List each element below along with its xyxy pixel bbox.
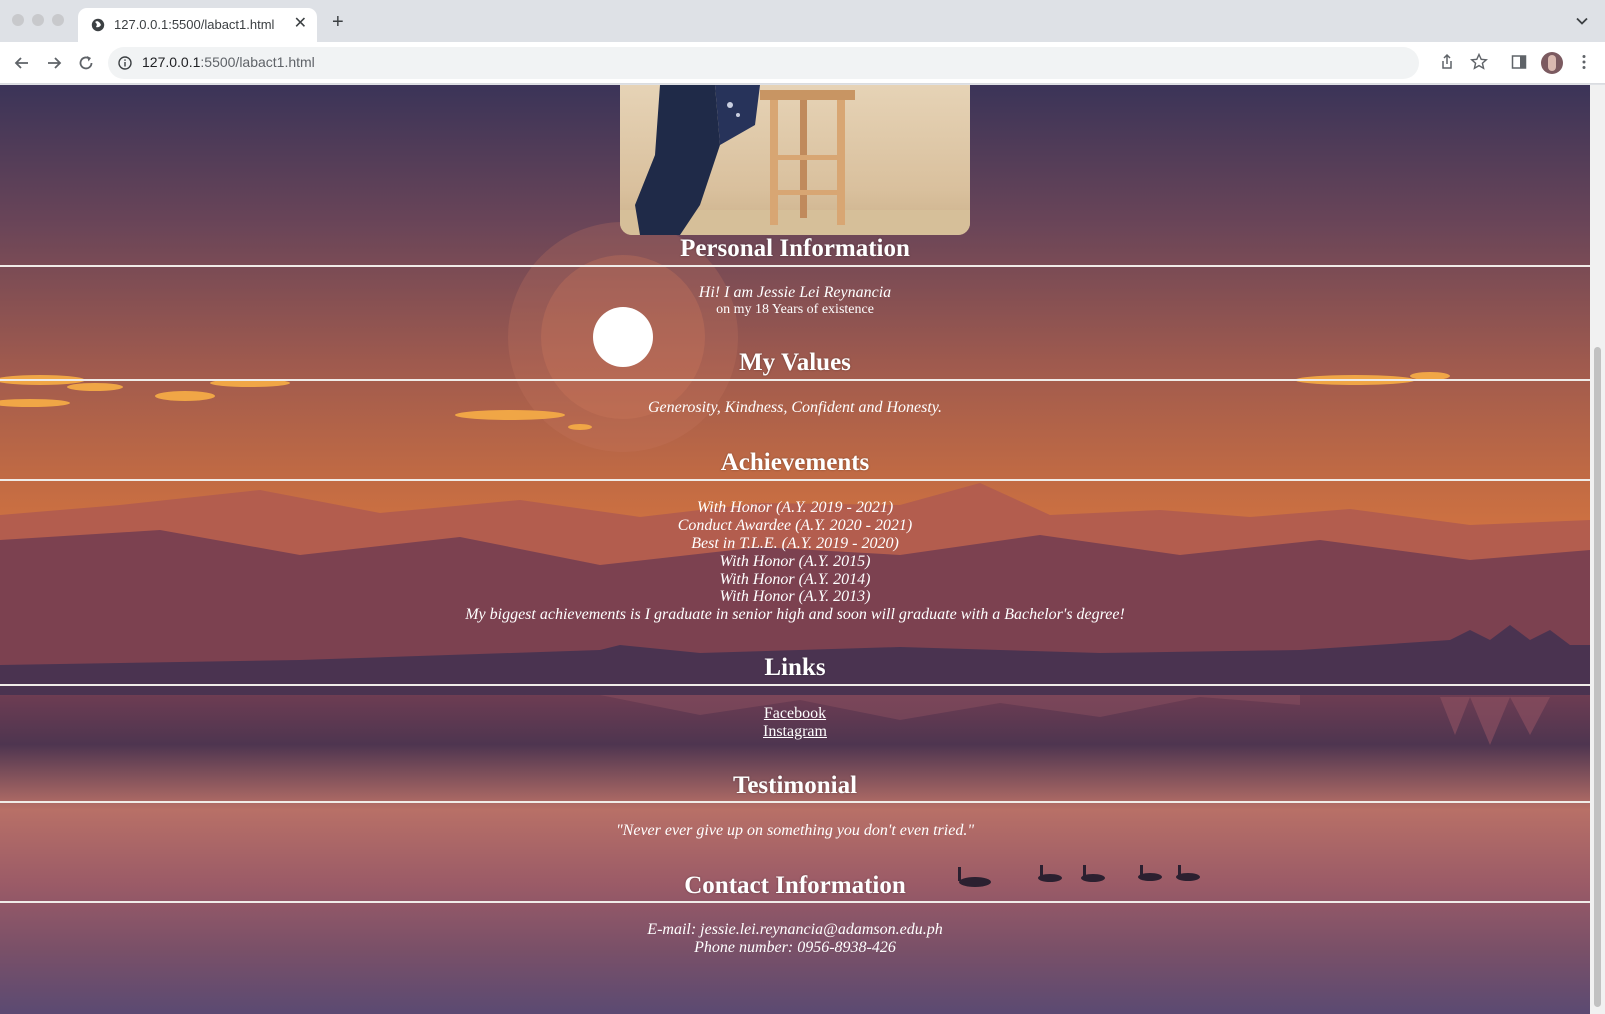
back-arrow-icon[interactable] (12, 53, 32, 73)
facebook-link-row: Facebook (0, 705, 1590, 723)
close-tab-icon[interactable]: ✕ (294, 14, 307, 34)
tab-title: 127.0.0.1:5500/labact1.html (114, 17, 275, 32)
window-controls (12, 14, 64, 26)
achievement-item: With Honor (A.Y. 2019 - 2021) (696, 499, 894, 516)
contact-email: E-mail: jessie.lei.reynancia@adamson.edu… (647, 921, 943, 938)
personal-age-text: on my 18 Years of existence (716, 302, 874, 317)
address-bar[interactable]: 127.0.0.1:5500/labact1.html (108, 47, 1419, 79)
achievement-item: With Honor (A.Y. 2015) (719, 553, 871, 570)
url-text: 127.0.0.1:5500/labact1.html (142, 54, 315, 70)
achievement-item: Conduct Awardee (A.Y. 2020 - 2021) (677, 517, 913, 534)
achievement-item: With Honor (A.Y. 2013) (719, 588, 871, 605)
divider (0, 801, 1590, 803)
url-host: 127.0.0.1 (142, 54, 201, 70)
site-info-icon[interactable] (118, 56, 132, 70)
bookmark-star-icon[interactable] (1470, 53, 1488, 71)
more-menu-icon[interactable] (1575, 53, 1593, 71)
testimonial-heading: Testimonial (732, 772, 858, 799)
new-tab-button[interactable]: + (332, 12, 344, 32)
side-panel-icon[interactable] (1510, 53, 1528, 71)
testimonial-quote: "Never ever give up on something you don… (615, 822, 975, 839)
vertical-scrollbar[interactable] (1590, 85, 1605, 1014)
achievements-heading: Achievements (720, 449, 870, 476)
scrollbar-thumb[interactable] (1594, 347, 1601, 1007)
achievement-summary: My biggest achievements is I graduate in… (465, 606, 1125, 623)
url-path: :5500/labact1.html (200, 54, 315, 70)
instagram-link-row: Instagram (0, 723, 1590, 741)
page-viewport: Personal Information Hi! I am Jessie Lei… (0, 85, 1605, 1014)
contact-phone: Phone number: 0956-8938-426 (694, 939, 896, 956)
share-icon[interactable] (1438, 53, 1456, 71)
values-heading: My Values (739, 349, 851, 376)
contact-heading: Contact Information (684, 872, 906, 899)
personal-info-heading: Personal Information (680, 235, 910, 262)
page-content: Personal Information Hi! I am Jessie Lei… (0, 85, 1590, 1014)
achievement-item: Best in T.L.E. (A.Y. 2019 - 2020) (691, 535, 899, 552)
profile-avatar[interactable] (1541, 52, 1563, 74)
divider (0, 479, 1590, 481)
browser-toolbar: 127.0.0.1:5500/labact1.html (0, 42, 1605, 84)
instagram-link[interactable]: Instagram (763, 723, 827, 740)
divider (0, 379, 1590, 381)
forward-arrow-icon[interactable] (44, 53, 64, 73)
divider (0, 901, 1590, 903)
close-window-button[interactable] (12, 14, 24, 26)
divider (0, 684, 1590, 686)
values-text: Generosity, Kindness, Confident and Hone… (647, 399, 943, 416)
tab-search-chevron-icon[interactable] (1575, 14, 1589, 28)
reload-icon[interactable] (76, 53, 96, 73)
achievement-item: With Honor (A.Y. 2014) (719, 571, 871, 588)
divider (0, 265, 1590, 267)
links-heading: Links (764, 654, 826, 681)
minimize-window-button[interactable] (32, 14, 44, 26)
globe-icon (91, 18, 105, 32)
tab-strip: 127.0.0.1:5500/labact1.html ✕ + (0, 0, 1605, 42)
maximize-window-button[interactable] (52, 14, 64, 26)
browser-tab[interactable]: 127.0.0.1:5500/labact1.html ✕ (78, 8, 317, 42)
personal-intro-text: Hi! I am Jessie Lei Reynancia (698, 284, 892, 301)
facebook-link[interactable]: Facebook (764, 705, 826, 722)
